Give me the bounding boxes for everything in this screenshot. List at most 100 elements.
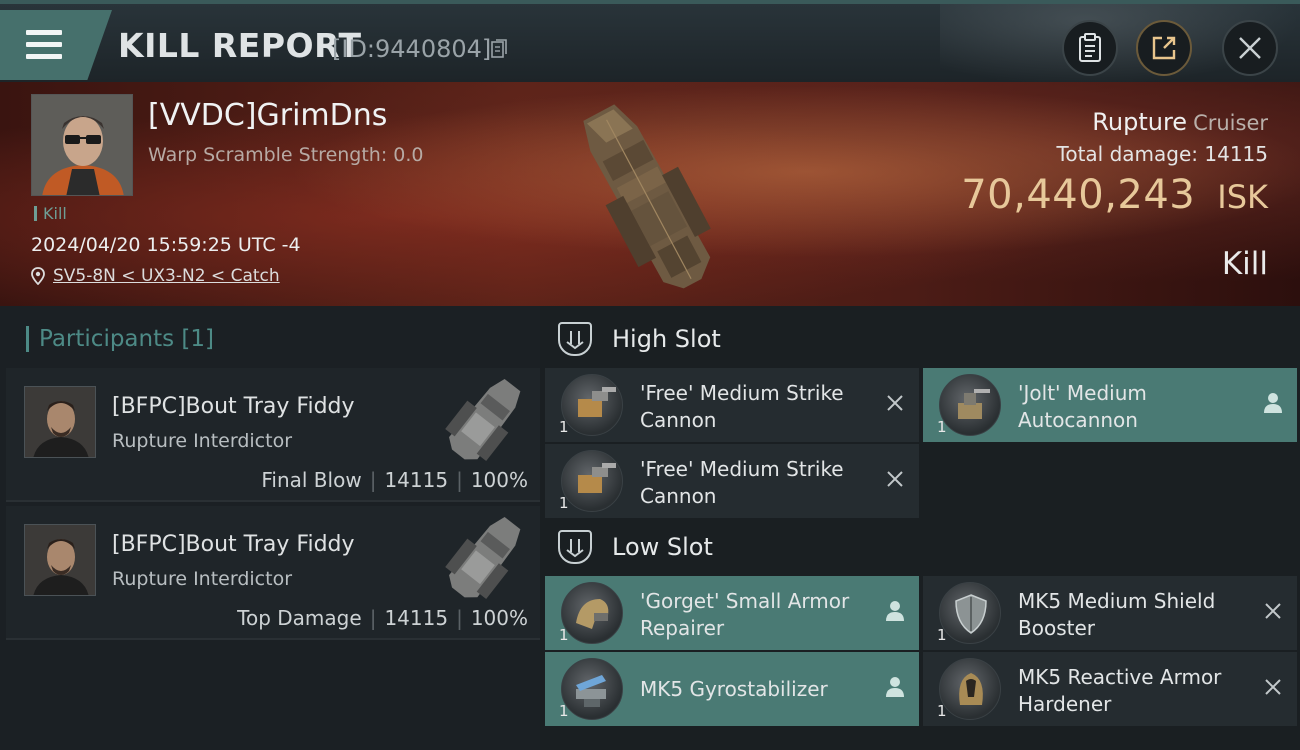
kill-tag: Kill xyxy=(34,206,67,222)
stats-separator: | xyxy=(369,606,377,630)
ship-name: Rupture xyxy=(1092,108,1188,136)
top-bar: KILL REPORT [ID:9440804] xyxy=(0,0,1300,86)
location-link[interactable]: SV5-8N < UX3-N2 < Catch xyxy=(53,266,280,286)
close-button[interactable] xyxy=(1222,20,1278,76)
participant-name[interactable]: [BFPC]Bout Tray Fiddy xyxy=(112,532,355,557)
destroyed-icon xyxy=(1265,679,1281,695)
report-id: [ID:9440804] xyxy=(332,35,492,63)
high-slot-icon xyxy=(558,322,592,356)
participant-portrait xyxy=(25,387,95,457)
total-damage: Total damage: 14115 xyxy=(1057,142,1268,166)
victim-banner: [VVDC]GrimDns Warp Scramble Strength: 0.… xyxy=(0,82,1300,306)
destroyed-icon xyxy=(887,471,903,487)
participant-percent: 100% xyxy=(470,468,528,492)
share-icon xyxy=(1152,36,1176,60)
module-item[interactable]: 1 MK5 Medium Shield Booster xyxy=(923,576,1297,650)
destroyed-icon xyxy=(1265,603,1281,619)
ship-class: Cruiser xyxy=(1193,111,1268,135)
module-name: MK5 Reactive Armor Hardener xyxy=(1018,665,1222,716)
victim-ship[interactable]: Rupture Cruiser xyxy=(1092,108,1268,136)
module-name: MK5 Medium Shield Booster xyxy=(1018,589,1216,640)
victim-name[interactable]: [VVDC]GrimDns xyxy=(148,98,387,133)
module-item[interactable]: 1 'Free' Medium Strike Cannon xyxy=(545,368,919,442)
participant-ship-image xyxy=(445,378,521,462)
participant-stats: Top Damage | 14115 | 100% xyxy=(237,606,528,630)
participant-avatar xyxy=(24,386,96,458)
menu-icon-bar xyxy=(26,54,62,59)
autocannon-icon xyxy=(939,374,1001,436)
cannon-icon xyxy=(561,450,623,512)
module-quantity: 1 xyxy=(937,626,947,644)
module-quantity: 1 xyxy=(559,626,569,644)
module-quantity: 1 xyxy=(937,702,947,720)
participant-name[interactable]: [BFPC]Bout Tray Fiddy xyxy=(112,394,355,419)
cannon-icon xyxy=(561,374,623,436)
copy-icon[interactable] xyxy=(491,39,507,59)
participant-role: Top Damage xyxy=(237,606,362,630)
low-slot-header: Low Slot xyxy=(558,530,713,564)
isk-unit: ISK xyxy=(1217,178,1268,216)
victim-portrait[interactable] xyxy=(31,94,133,196)
notes-button[interactable] xyxy=(1062,20,1118,76)
stats-separator: | xyxy=(456,606,463,630)
armor-hardener-icon xyxy=(939,658,1001,720)
shield-booster-icon xyxy=(939,582,1001,644)
report-outcome: Kill xyxy=(1221,246,1268,282)
page-title: KILL REPORT xyxy=(118,26,362,65)
high-slot-label: High Slot xyxy=(612,325,721,353)
menu-icon-bar xyxy=(26,42,62,47)
module-item[interactable]: 1 'Jolt' Medium Autocannon xyxy=(923,368,1297,442)
person-icon xyxy=(1264,393,1282,413)
warp-scramble-strength: Warp Scramble Strength: 0.0 xyxy=(148,144,424,166)
module-item[interactable]: 1 'Gorget' Small Armor Repairer xyxy=(545,576,919,650)
module-name: 'Free' Medium Strike Cannon xyxy=(640,381,844,432)
participant-damage: 14115 xyxy=(384,606,449,630)
low-slot-icon xyxy=(558,530,592,564)
participant-card[interactable]: [BFPC]Bout Tray Fiddy Rupture Interdicto… xyxy=(6,368,540,502)
isk-loss: 70,440,243 ISK xyxy=(961,172,1268,218)
total-damage-label: Total damage: xyxy=(1056,142,1199,166)
participant-ship: Rupture Interdictor xyxy=(112,568,292,590)
kill-location[interactable]: SV5-8N < UX3-N2 < Catch xyxy=(31,266,280,286)
module-name: 'Gorget' Small Armor Repairer xyxy=(640,589,850,640)
module-name: 'Jolt' Medium Autocannon xyxy=(1018,381,1147,432)
stats-separator: | xyxy=(456,468,463,492)
participant-damage: 14115 xyxy=(384,468,449,492)
fitting-panel: High Slot 1 'Free' Medium Strike Cannon … xyxy=(540,306,1300,750)
menu-button[interactable] xyxy=(0,10,112,80)
armor-repairer-icon xyxy=(561,582,623,644)
participant-percent: 100% xyxy=(470,606,528,630)
kill-timestamp: 2024/04/20 15:59:25 UTC -4 xyxy=(31,234,301,256)
module-quantity: 1 xyxy=(559,494,569,512)
share-button[interactable] xyxy=(1136,20,1192,76)
isk-value: 70,440,243 xyxy=(961,172,1196,218)
victim-ship-image xyxy=(583,104,711,289)
destroyed-icon xyxy=(887,395,903,411)
module-item[interactable]: 1 MK5 Gyrostabilizer xyxy=(545,652,919,726)
total-damage-value: 14115 xyxy=(1204,142,1268,166)
module-quantity: 1 xyxy=(559,418,569,436)
participant-card[interactable]: [BFPC]Bout Tray Fiddy Rupture Interdicto… xyxy=(6,506,540,640)
participant-stats: Final Blow | 14115 | 100% xyxy=(261,468,528,492)
stats-separator: | xyxy=(369,468,377,492)
clipboard-icon xyxy=(1079,33,1101,62)
participant-portrait xyxy=(25,525,95,595)
module-item[interactable]: 1 'Free' Medium Strike Cannon xyxy=(545,444,919,518)
participant-avatar xyxy=(24,524,96,596)
participants-panel: Participants [1] [BFPC]Bout Tray Fiddy R… xyxy=(0,306,540,750)
close-icon xyxy=(1239,37,1261,59)
pilot-avatar xyxy=(32,95,132,195)
participants-header: Participants [1] xyxy=(26,326,214,352)
low-slot-label: Low Slot xyxy=(612,533,713,561)
module-quantity: 1 xyxy=(559,702,569,720)
gyrostabilizer-icon xyxy=(561,658,623,720)
module-name: MK5 Gyrostabilizer xyxy=(640,677,828,701)
module-quantity: 1 xyxy=(937,418,947,436)
location-pin-icon xyxy=(31,267,45,285)
person-icon xyxy=(886,601,904,621)
participant-role: Final Blow xyxy=(261,468,362,492)
high-slot-header: High Slot xyxy=(558,322,721,356)
menu-icon xyxy=(26,30,62,35)
participant-ship-image xyxy=(445,516,521,600)
module-item[interactable]: 1 MK5 Reactive Armor Hardener xyxy=(923,652,1297,726)
